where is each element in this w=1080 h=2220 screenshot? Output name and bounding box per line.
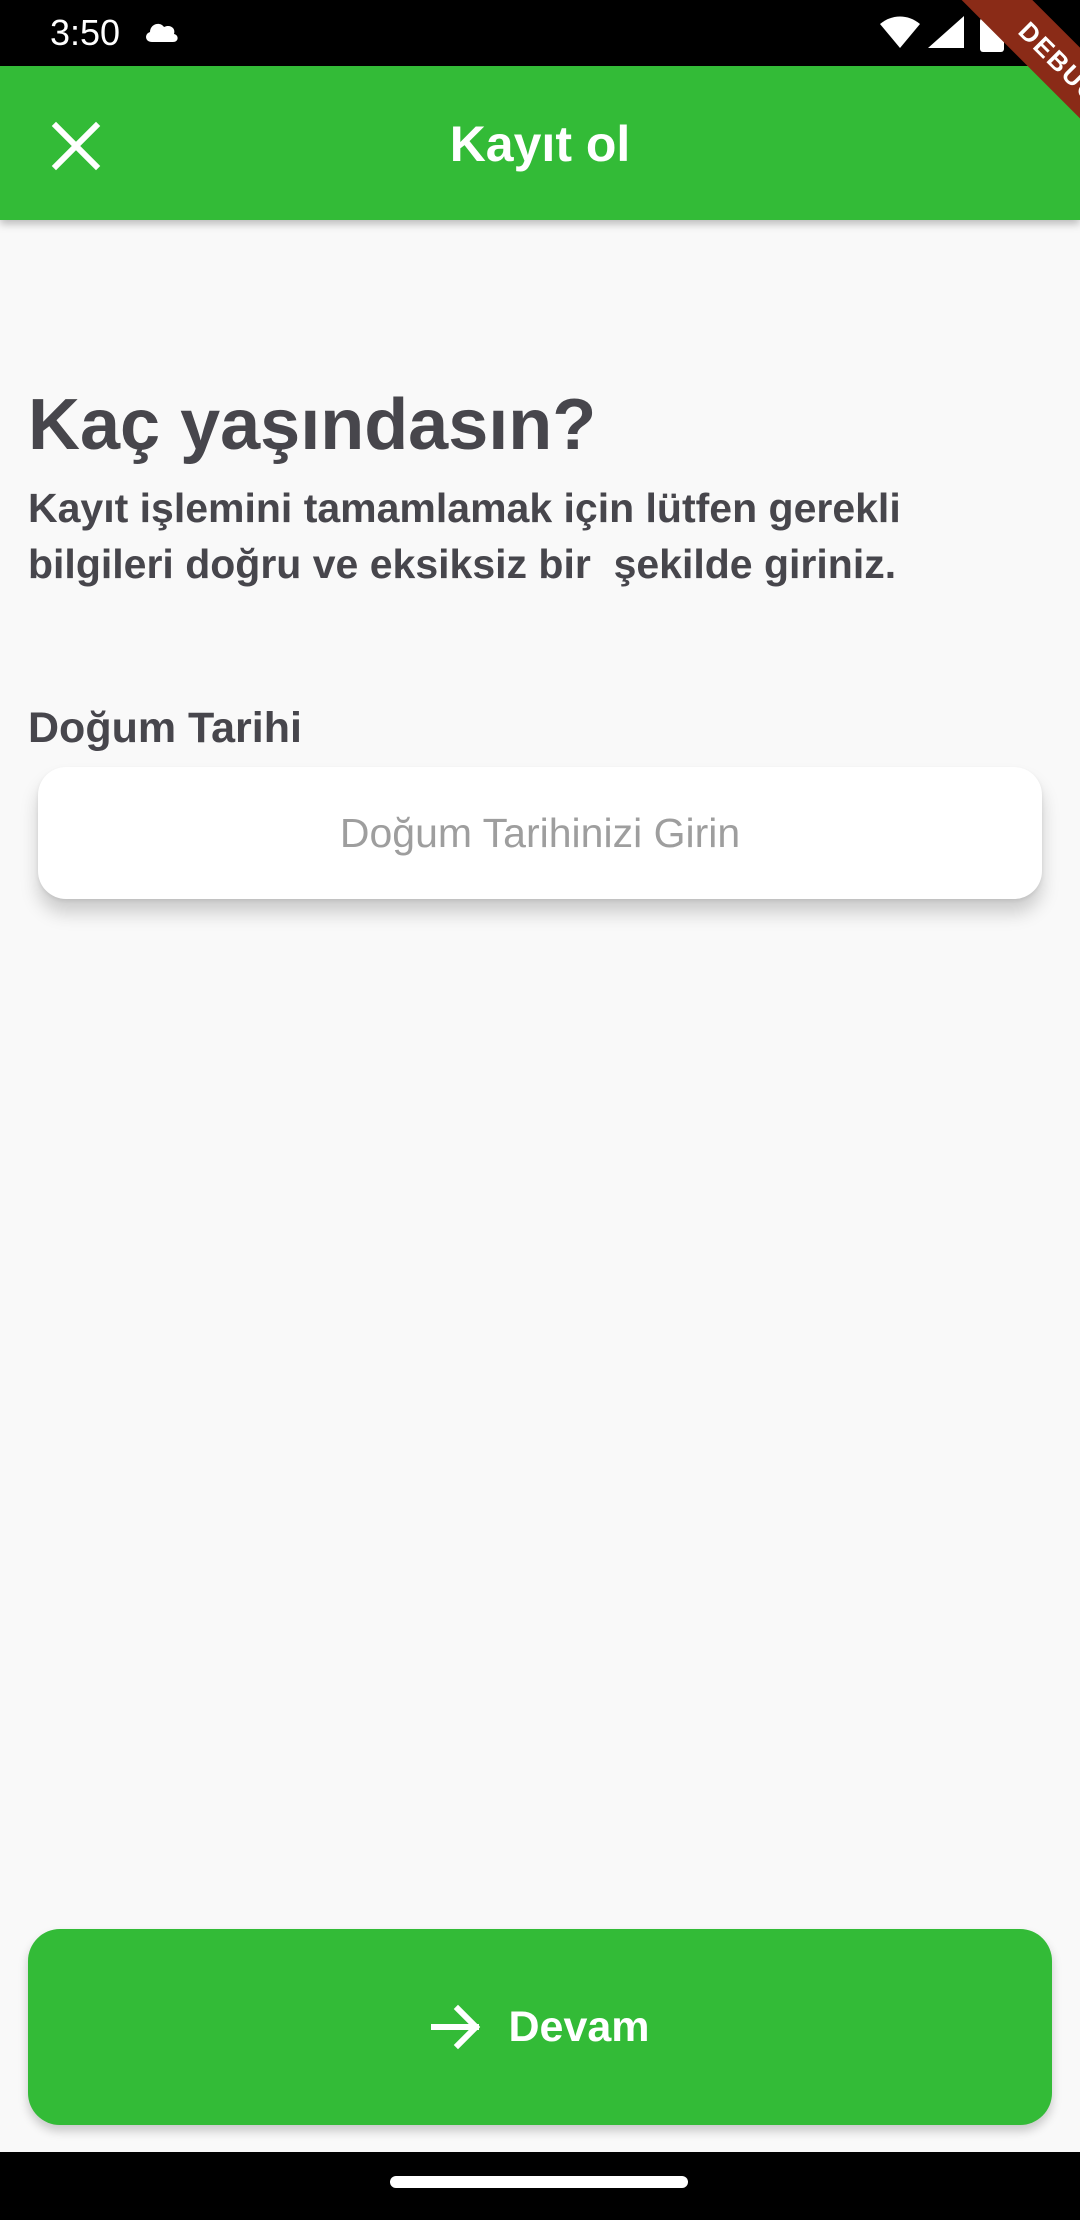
status-bar: 3:50 [0,0,1080,66]
question-heading: Kaç yaşındasın? [28,385,597,465]
instructions-text: Kayıt işlemini tamamlamak için lütfen ge… [28,485,913,587]
battery-icon [980,14,1004,57]
page-title: Kayıt ol [449,116,631,172]
app-bar: Kayıt ol [0,66,1080,220]
continue-button[interactable]: Devam [28,1929,1052,2125]
signal-icon [928,16,964,53]
continue-button-label: Devam [508,2002,650,2051]
status-time: 3:50 [50,12,121,53]
birthdate-label: Doğum Tarihi [28,704,302,752]
wifi-icon [880,16,920,53]
birthdate-input[interactable] [38,767,1042,899]
home-indicator[interactable] [390,2176,688,2188]
arrow-right-icon [431,2004,481,2050]
cloud-icon [142,18,180,49]
system-nav-bar [0,2152,1080,2220]
